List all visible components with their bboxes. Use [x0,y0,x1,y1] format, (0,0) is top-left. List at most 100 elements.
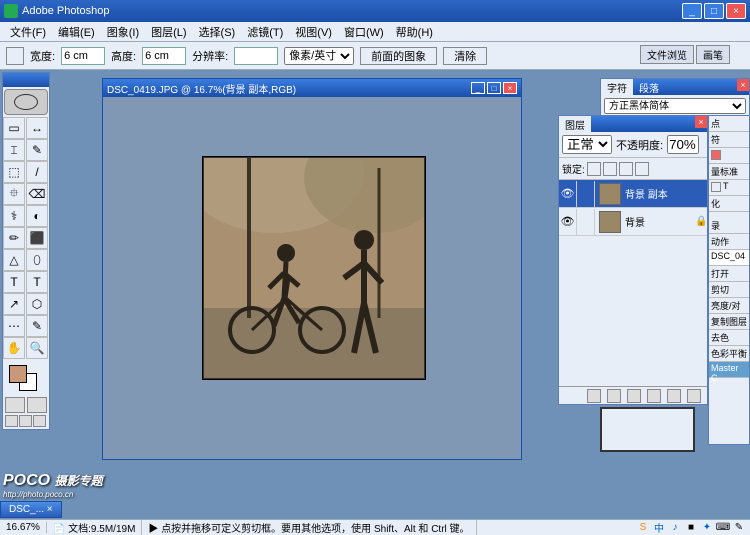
history-item[interactable]: 亮度/对 [709,298,749,314]
visibility-icon[interactable]: 👁 [559,181,577,207]
history-item[interactable]: 剪切 [709,282,749,298]
layer-name[interactable]: 背景 副本 [625,186,707,201]
doc-close-button[interactable]: × [503,82,517,94]
marquee-tool[interactable]: ▭ [3,117,25,139]
blur-tool[interactable]: △ [3,249,25,271]
dodge-tool[interactable]: ⬯ [26,249,48,271]
layer-thumbnail[interactable] [599,183,621,205]
wand-tool[interactable]: ✎ [26,139,48,161]
screen-menubar[interactable] [19,415,32,427]
dock-tab[interactable]: T [709,180,749,196]
zoom-tool[interactable]: 🔍 [26,337,48,359]
width-input[interactable] [61,47,105,65]
history-item-current[interactable]: Master C [709,362,749,378]
move-tool[interactable]: ↔ [26,117,48,139]
menu-select[interactable]: 选择(S) [193,24,242,40]
layer-style-icon[interactable] [587,389,601,403]
dock-tab[interactable]: 化 [709,196,749,212]
layer-mask-icon[interactable] [607,389,621,403]
link-icon[interactable] [577,209,595,235]
history-item[interactable]: 色彩平衡 [709,346,749,362]
lock-position-icon[interactable] [619,162,633,176]
zoom-level[interactable]: 16.67% [0,522,47,533]
path-tool[interactable]: T [3,271,25,293]
toolbox-header[interactable] [3,73,49,87]
char-panel-close-icon[interactable]: × [737,79,749,91]
eyedropper-tool[interactable]: ✎ [26,315,48,337]
close-button[interactable]: × [726,3,746,19]
tray-icon[interactable]: ♪ [668,522,682,534]
history-item[interactable]: 打开 [709,266,749,282]
adjustment-layer-icon[interactable] [647,389,661,403]
shape-tool[interactable]: ⬡ [26,293,48,315]
height-input[interactable] [142,47,186,65]
layer-row[interactable]: 👁 背景 🔒 [559,208,707,236]
new-set-icon[interactable] [627,389,641,403]
crop-tool[interactable]: ⬚ [3,161,25,183]
dock-swatch-label[interactable]: 量标准 [709,164,749,180]
doc-size[interactable]: 📄 文档:9.5M/19M [47,520,142,535]
front-image-button[interactable]: 前面的图象 [360,47,437,65]
maximize-button[interactable]: □ [704,3,724,19]
doc-maximize-button[interactable]: □ [487,82,501,94]
history-tab[interactable]: 录 [709,218,749,234]
document-titlebar[interactable]: DSC_0419.JPG @ 16.7%(背景 副本,RGB) _ □ × [103,79,521,97]
dock-tab[interactable]: 点 [709,116,749,132]
crop-tool-icon[interactable] [6,47,24,65]
layer-name[interactable]: 背景 [625,214,695,229]
menu-edit[interactable]: 编辑(E) [52,24,101,40]
heal-tool[interactable]: ⯐ [3,183,25,205]
minimize-button[interactable]: _ [682,3,702,19]
navigator-panel[interactable] [600,407,695,452]
menu-window[interactable]: 窗口(W) [338,24,390,40]
font-select[interactable]: 方正黑体简体 [604,98,746,114]
hand-tool[interactable]: ✋ [3,337,25,359]
quickmask-mode-button[interactable] [27,397,47,413]
layers-panel-close-icon[interactable]: × [695,116,707,128]
link-icon[interactable] [577,181,595,207]
clear-button[interactable]: 清除 [443,47,487,65]
opacity-input[interactable] [667,135,699,154]
menu-layer[interactable]: 图层(L) [145,24,192,40]
tray-icon[interactable]: ✎ [732,522,746,534]
lock-all-icon[interactable] [635,162,649,176]
delete-layer-icon[interactable] [687,389,701,403]
history-item[interactable]: 去色 [709,330,749,346]
menu-view[interactable]: 视图(V) [289,24,338,40]
file-browser-tab[interactable]: 文件浏览 [640,45,694,64]
screen-standard[interactable] [5,415,18,427]
brushes-tab[interactable]: 画笔 [696,45,730,64]
layer-row[interactable]: 👁 背景 副本 [559,180,707,208]
pen-tool[interactable]: ↗ [3,293,25,315]
color-swatch[interactable] [5,363,47,393]
lock-pixels-icon[interactable] [603,162,617,176]
menu-filter[interactable]: 滤镜(T) [241,24,289,40]
history-brush-tool[interactable]: ◐ [26,205,48,227]
new-layer-icon[interactable] [667,389,681,403]
unit-select[interactable]: 像素/英寸 [284,47,354,65]
standard-mode-button[interactable] [5,397,25,413]
doc-minimize-button[interactable]: _ [471,82,485,94]
actions-tab[interactable]: 动作 [709,234,749,250]
history-item[interactable]: 复制图层 [709,314,749,330]
layer-thumbnail[interactable] [599,211,621,233]
dock-tab[interactable]: 符 [709,132,749,148]
stamp-tool[interactable]: ⚕ [3,205,25,227]
foreground-color[interactable] [9,365,27,383]
slice-tool[interactable]: / [26,161,48,183]
resolution-input[interactable] [234,47,278,65]
tray-ime-icon[interactable]: 中 [652,522,666,534]
dock-swatch[interactable] [709,148,749,164]
tray-icon[interactable]: ✦ [700,522,714,534]
tray-icon[interactable]: ⌨ [716,522,730,534]
lasso-tool[interactable]: ⌶ [3,139,25,161]
menu-image[interactable]: 图象(I) [101,24,145,40]
canvas-image[interactable] [203,157,425,379]
history-doc[interactable]: DSC_04 [709,250,749,266]
brush-tool[interactable]: ⌫ [26,183,48,205]
taskbar-document[interactable]: DSC_... × [0,501,62,518]
menu-file[interactable]: 文件(F) [4,24,52,40]
tray-icon[interactable]: S [636,522,650,534]
lock-transparency-icon[interactable] [587,162,601,176]
eraser-tool[interactable]: ✏ [3,227,25,249]
